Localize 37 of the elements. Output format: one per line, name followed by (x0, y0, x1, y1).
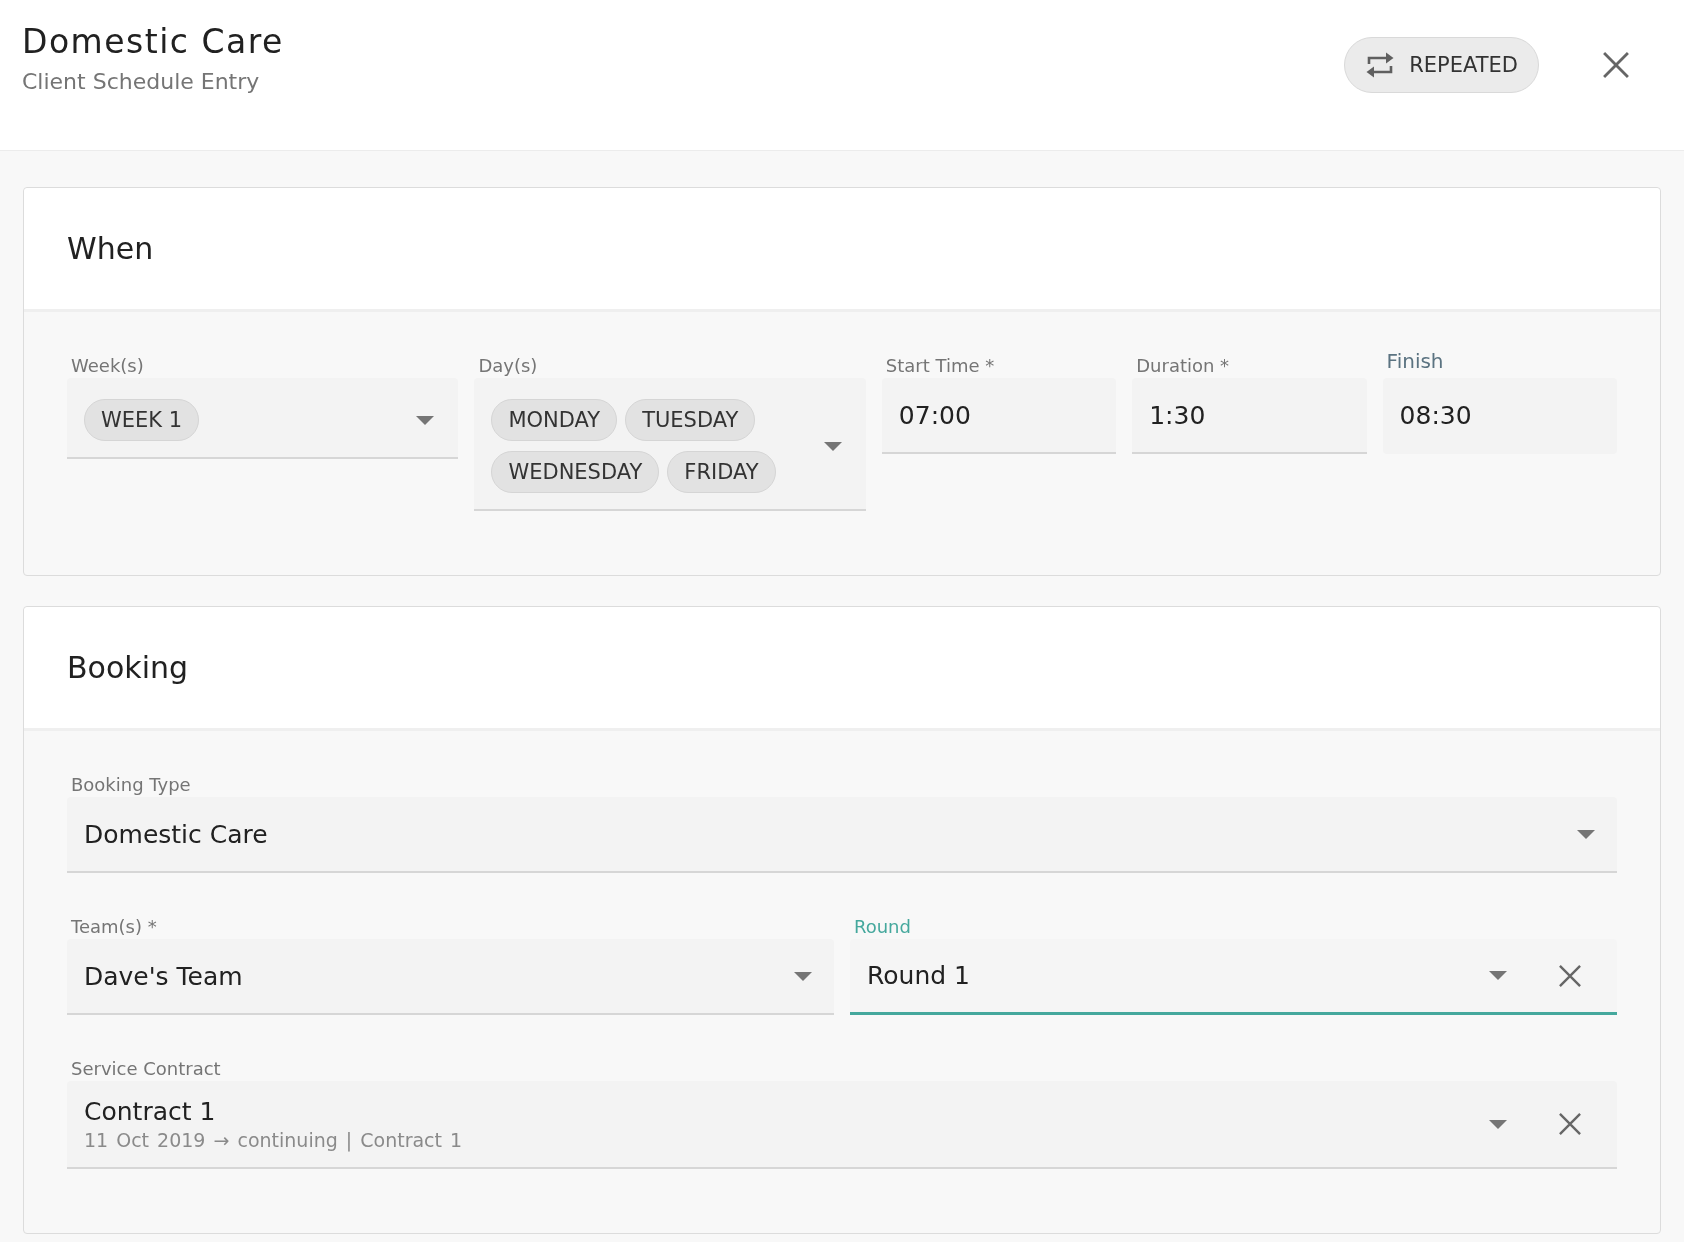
field-label: Round (854, 915, 911, 939)
caret-down-icon (1577, 829, 1595, 839)
repeat-icon (1365, 51, 1396, 79)
section-title: Booking (67, 650, 189, 685)
field-label: Service Contract (71, 1057, 221, 1081)
option-chip: WEDNESDAY (491, 451, 660, 493)
field-label: Team(s) * (71, 915, 157, 939)
field-label: Start Time * (885, 354, 995, 378)
select-field[interactable]: Domestic Care (67, 797, 1617, 873)
multi-select-field[interactable]: WEEK 1 (67, 378, 459, 459)
input-field[interactable]: 1:30 (1132, 378, 1367, 454)
close-icon (1559, 964, 1581, 987)
option-chip: FRIDAY (667, 451, 776, 493)
select-field[interactable]: Contract 1 11 Oct 2019 → continuing | Contract 1 (67, 1081, 1617, 1169)
input-field[interactable]: 07:00 (881, 378, 1117, 454)
caret-down-icon (1489, 1119, 1507, 1129)
field-label: Booking Type (71, 773, 191, 797)
field-label: Finish (1386, 349, 1444, 373)
field-label: Day(s) (478, 354, 538, 378)
field-label: Duration * (1136, 354, 1230, 378)
close-icon (1559, 1113, 1581, 1135)
dialog-subtitle: Client Schedule Entry (22, 68, 260, 96)
option-chip: MONDAY (491, 399, 618, 441)
option-chip: WEEK 1 (84, 399, 200, 441)
field-label: Week(s) (71, 354, 144, 378)
caret-down-icon (794, 971, 812, 981)
section-title: When (67, 231, 154, 266)
caret-down-icon (823, 441, 842, 451)
repeated-button[interactable]: REPEATED (1344, 37, 1539, 93)
multi-select-field[interactable]: MONDAY TUESDAY WEDNESDAY FRIDAY (474, 378, 866, 511)
close-icon (1603, 52, 1629, 78)
caret-down-icon (1489, 971, 1507, 980)
caret-down-icon (416, 415, 435, 425)
dialog-title: Domestic Care (22, 22, 284, 62)
input-field[interactable]: 08:30 (1382, 378, 1617, 454)
select-field[interactable]: Dave's Team (67, 939, 834, 1015)
option-chip: TUESDAY (625, 399, 756, 441)
